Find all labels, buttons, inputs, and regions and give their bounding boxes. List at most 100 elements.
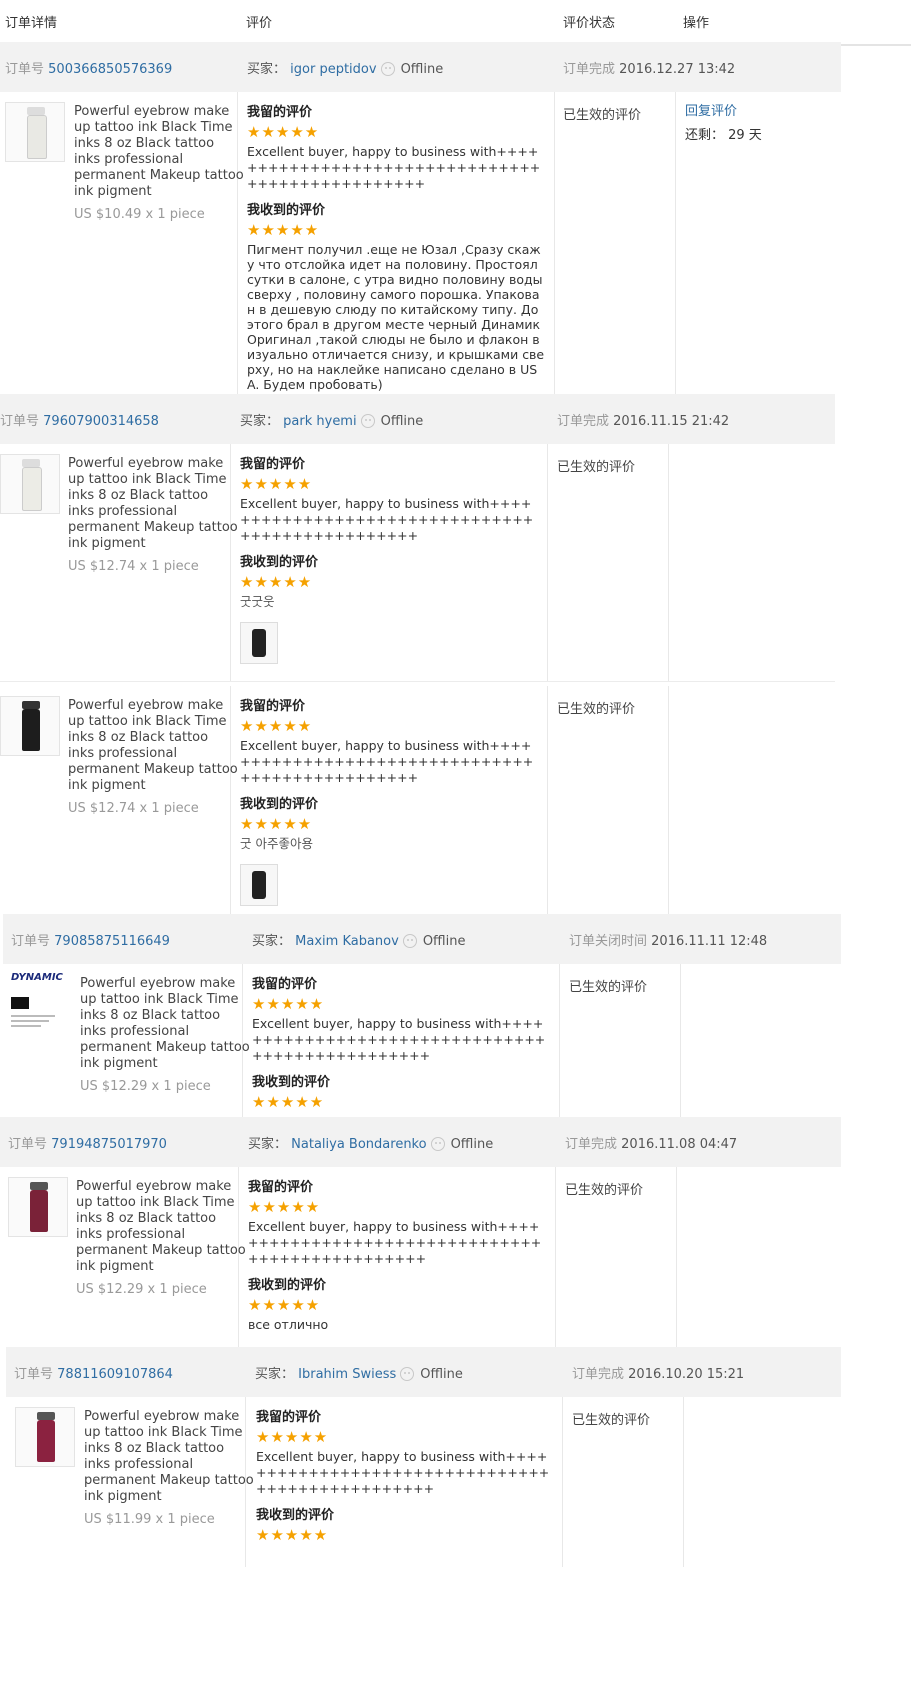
product-thumbnail[interactable]	[15, 1407, 75, 1467]
received-review-text: 굿 아주좋아용	[240, 836, 313, 851]
review-block: 我留的评价 ★★★★★ Excellent buyer, happy to bu…	[247, 104, 547, 392]
product-title-link[interactable]: Powerful eyebrow make up tattoo ink Blac…	[68, 698, 238, 794]
order-date: 2016.10.20 15:21	[628, 1367, 745, 1382]
offline-icon	[402, 934, 417, 948]
review-photo-thumbnail[interactable]	[240, 864, 278, 906]
reply-review-link[interactable]: 回复评价	[685, 104, 762, 128]
offline-icon	[400, 1367, 415, 1381]
received-review-label: 我收到的评价	[247, 203, 326, 218]
product-title-link[interactable]: Powerful eyebrow make up tattoo ink Blac…	[80, 976, 250, 1072]
offline-status: Offline	[450, 1137, 494, 1152]
action-cell: 回复评价 还剩： 29 天	[685, 104, 762, 152]
offline-status: Offline	[380, 414, 424, 429]
buyer-name-link[interactable]: park hyemi	[283, 414, 356, 429]
product-thumbnail[interactable]: DYNAMIC	[11, 972, 71, 1042]
offline-icon	[380, 62, 395, 76]
star-rating: ★★★★★	[248, 1198, 321, 1216]
buyer-label: 买家：	[255, 1367, 295, 1382]
order-id-link[interactable]: 78811609107864	[57, 1367, 173, 1382]
product-price: US $12.29 x 1 piece	[80, 1079, 211, 1094]
star-rating: ★★★★★	[240, 717, 313, 735]
order-id-link[interactable]: 79085875116649	[54, 934, 170, 949]
received-review-text: все отлично	[248, 1317, 329, 1332]
left-review-text: Excellent buyer, happy to business with+…	[240, 738, 534, 785]
completion-label: 订单完成	[572, 1367, 625, 1382]
star-rating: ★★★★★	[240, 815, 313, 833]
received-review-text: Пигмент получил .еще не Юзал ,Сразу скаж…	[247, 242, 545, 392]
offline-icon	[430, 1137, 445, 1151]
order-item: Powerful eyebrow make up tattoo ink Blac…	[0, 686, 835, 914]
review-block: 我留的评价 ★★★★★ Excellent buyer, happy to bu…	[240, 456, 540, 664]
left-review-text: Excellent buyer, happy to business with+…	[248, 1219, 542, 1266]
order-item: DYNAMIC Powerful eyebrow make up tattoo …	[3, 964, 841, 1118]
review-photo-thumbnail[interactable]	[240, 622, 278, 664]
left-review-label: 我留的评价	[248, 1180, 314, 1195]
completion-label: 订单关闭时间	[569, 934, 648, 949]
star-rating: ★★★★★	[240, 475, 313, 493]
product-title-link[interactable]: Powerful eyebrow make up tattoo ink Blac…	[74, 104, 244, 200]
table-header: 订单详情 评价 评价状态 操作	[0, 0, 911, 46]
order-date: 2016.12.27 13:42	[619, 62, 736, 77]
received-review-label: 我收到的评价	[248, 1278, 327, 1293]
offline-status: Offline	[400, 62, 444, 77]
buyer-name-link[interactable]: Maxim Kabanov	[295, 934, 399, 949]
order-no-label: 订单号	[14, 1367, 54, 1382]
review-status: 已生效的评价	[572, 1413, 651, 1428]
order-date: 2016.11.08 04:47	[621, 1137, 738, 1152]
star-rating: ★★★★★	[247, 123, 320, 141]
buyer-label: 买家：	[247, 62, 287, 77]
order-item: Powerful eyebrow make up tattoo ink Blac…	[0, 1167, 841, 1349]
col-action: 操作	[683, 16, 710, 31]
review-status: 已生效的评价	[557, 460, 636, 475]
product-thumbnail[interactable]	[0, 696, 60, 756]
review-status: 已生效的评价	[565, 1183, 644, 1198]
buyer-name-link[interactable]: igor peptidov	[290, 62, 376, 77]
received-review-text: 굿굿웃	[240, 594, 275, 609]
order-item: Powerful eyebrow make up tattoo ink Blac…	[0, 444, 835, 682]
offline-status: Offline	[420, 1367, 463, 1382]
col-review-status: 评价状态	[563, 16, 616, 31]
review-status: 已生效的评价	[563, 108, 642, 123]
left-review-text: Excellent buyer, happy to business with+…	[240, 496, 534, 543]
buyer-name-link[interactable]: Nataliya Bondarenko	[291, 1137, 426, 1152]
order-id-link[interactable]: 500366850576369	[48, 62, 172, 77]
buyer-label: 买家：	[240, 414, 280, 429]
review-block: 我留的评价 ★★★★★ Excellent buyer, happy to bu…	[240, 698, 540, 906]
star-rating: ★★★★★	[256, 1526, 329, 1544]
order-no-label: 订单号	[5, 62, 45, 77]
review-block: 我留的评价 ★★★★★ Excellent buyer, happy to bu…	[248, 1179, 548, 1333]
left-review-label: 我留的评价	[240, 457, 306, 472]
left-review-label: 我留的评价	[256, 1410, 322, 1425]
product-price: US $12.74 x 1 piece	[68, 801, 199, 816]
product-thumbnail[interactable]	[0, 454, 60, 514]
left-review-text: Excellent buyer, happy to business with+…	[247, 144, 541, 191]
review-status: 已生效的评价	[557, 702, 636, 717]
left-review-label: 我留的评价	[252, 977, 318, 992]
product-title-link[interactable]: Powerful eyebrow make up tattoo ink Blac…	[68, 456, 238, 552]
product-title-link[interactable]: Powerful eyebrow make up tattoo ink Blac…	[84, 1409, 254, 1505]
order-no-label: 订单号	[11, 934, 51, 949]
order-no-label: 订单号	[8, 1137, 48, 1152]
buyer-label: 买家：	[248, 1137, 288, 1152]
offline-icon	[360, 414, 375, 428]
buyer-label: 买家：	[252, 934, 292, 949]
brand-logo: DYNAMIC	[11, 972, 63, 983]
col-review: 评价	[246, 16, 273, 31]
product-thumbnail[interactable]	[5, 102, 65, 162]
order-date: 2016.11.11 12:48	[651, 934, 768, 949]
review-block: 我留的评价 ★★★★★ Excellent buyer, happy to bu…	[256, 1409, 556, 1545]
product-price: US $12.74 x 1 piece	[68, 559, 199, 574]
order-id-link[interactable]: 79194875017970	[51, 1137, 167, 1152]
order-bar: 订单号 79194875017970 买家： Nataliya Bondaren…	[0, 1117, 841, 1167]
order-bar: 订单号 79607900314658 买家： park hyemi Offline…	[0, 394, 835, 444]
order-id-link[interactable]: 79607900314658	[43, 414, 159, 429]
left-review-text: Excellent buyer, happy to business with+…	[256, 1449, 550, 1496]
order-item: Powerful eyebrow make up tattoo ink Blac…	[0, 92, 841, 394]
product-price: US $10.49 x 1 piece	[74, 207, 205, 222]
order-bar: 订单号 500366850576369 买家： igor peptidov Off…	[0, 42, 841, 92]
product-title-link[interactable]: Powerful eyebrow make up tattoo ink Blac…	[76, 1179, 246, 1275]
received-review-label: 我收到的评价	[240, 555, 319, 570]
buyer-name-link[interactable]: Ibrahim Swiess	[298, 1367, 396, 1382]
received-review-label: 我收到的评价	[252, 1075, 331, 1090]
product-thumbnail[interactable]	[8, 1177, 68, 1237]
